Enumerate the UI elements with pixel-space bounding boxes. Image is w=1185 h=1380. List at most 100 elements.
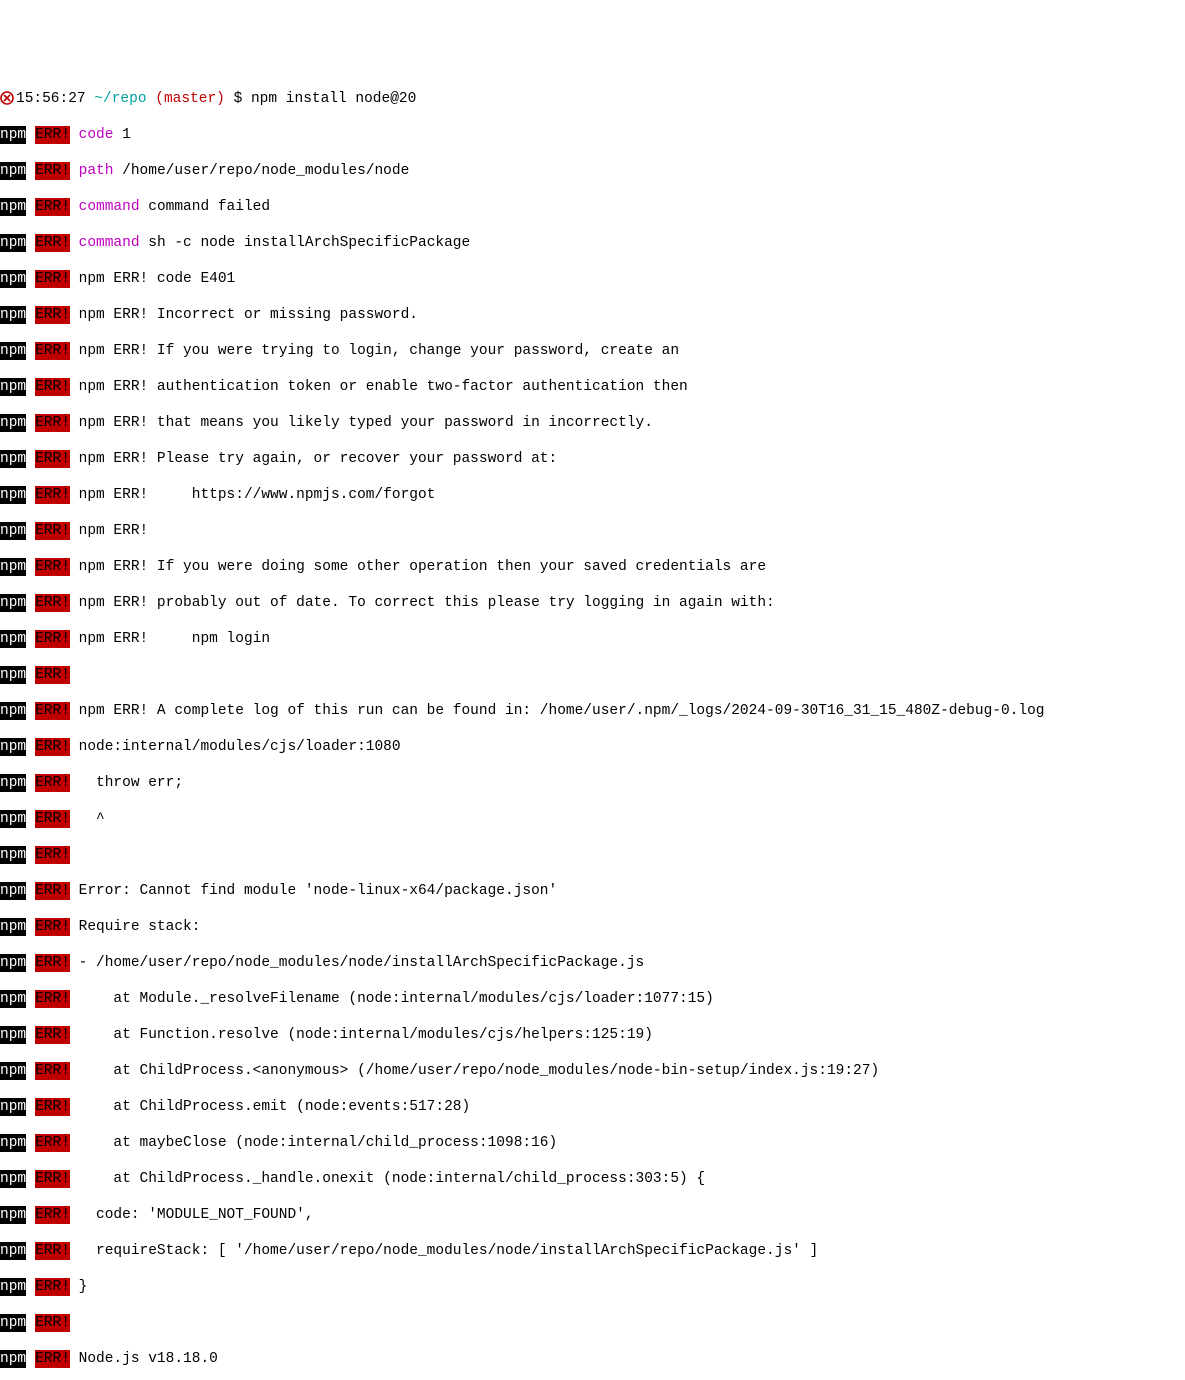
msg: npm ERR! https://www.npmjs.com/forgot (70, 487, 435, 503)
npm-prefix: npm (0, 630, 26, 648)
err-prefix: ERR! (35, 162, 70, 180)
err-prefix: ERR! (35, 666, 70, 684)
output-line: npmERR! npm ERR! authentication token or… (0, 378, 1185, 396)
output-line: npmERR! npm ERR! If you were trying to l… (0, 342, 1185, 360)
npm-prefix: npm (0, 1350, 26, 1368)
npm-prefix: npm (0, 1026, 26, 1044)
npm-prefix: npm (0, 486, 26, 504)
err-prefix: ERR! (35, 990, 70, 1008)
msg: at Module._resolveFilename (node:interna… (70, 991, 714, 1007)
output-line: npmERR! } (0, 1278, 1185, 1296)
msg: at ChildProcess.<anonymous> (/home/user/… (70, 1063, 879, 1079)
err-prefix: ERR! (35, 1206, 70, 1224)
msg: at maybeClose (node:internal/child_proce… (70, 1135, 557, 1151)
npm-prefix: npm (0, 378, 26, 396)
output-line: npmERR! npm ERR! that means you likely t… (0, 414, 1185, 432)
err-prefix: ERR! (35, 378, 70, 396)
msg: Error: Cannot find module 'node-linux-x6… (70, 883, 557, 899)
msg: code: 'MODULE_NOT_FOUND', (70, 1207, 314, 1223)
output-line: npm ERR! throw err; (0, 774, 1185, 792)
msg: /home/user/repo/node_modules/node (113, 163, 409, 179)
err-prefix: ERR! (35, 918, 70, 936)
output-line: npmERR! - /home/user/repo/node_modules/n… (0, 954, 1185, 972)
npm-prefix: npm (0, 666, 26, 684)
npm-prefix: npm (0, 1242, 26, 1260)
output-line: npm ERR! at maybeClose (node:internal/chi… (0, 1134, 1185, 1152)
err-prefix: ERR! (35, 234, 70, 252)
err-prefix: ERR! (35, 1242, 70, 1260)
err-prefix: ERR! (35, 1278, 70, 1296)
msg: npm ERR! A complete log of this run can … (70, 703, 1045, 719)
err-prefix: ERR! (35, 594, 70, 612)
msg: requireStack: [ '/home/user/repo/node_mo… (70, 1243, 818, 1259)
err-prefix: ERR! (35, 1314, 70, 1332)
output-line: npmERR! at Function.resolve (node:intern… (0, 1026, 1185, 1044)
npm-prefix: npm (0, 522, 26, 540)
npm-prefix: npm (0, 306, 26, 324)
prompt-time: 15:56:27 (16, 91, 86, 107)
npm-prefix: npm (0, 450, 26, 468)
npm-prefix: npm (0, 990, 26, 1008)
output-line: npmERR! command sh -c node installArchSp… (0, 234, 1185, 252)
msg: } (70, 1279, 87, 1295)
err-prefix: ERR! (35, 1170, 70, 1188)
npm-prefix: npm (0, 774, 26, 792)
output-line: npmERR! (0, 846, 1185, 864)
err-prefix: ERR! (35, 450, 70, 468)
npm-prefix: npm (0, 558, 26, 576)
keyword-command: command (79, 199, 140, 215)
command-text: npm install node@20 (251, 91, 416, 107)
output-line: npmERR! npm ERR! (0, 522, 1185, 540)
output-line: npmERR! npm ERR! A complete log of this … (0, 702, 1185, 720)
output-line: npmERR! at ChildProcess._handle.onexit (… (0, 1170, 1185, 1188)
npm-prefix: npm (0, 1314, 26, 1332)
msg: npm ERR! probably out of date. To correc… (70, 595, 775, 611)
err-prefix: ERR! (35, 126, 70, 144)
npm-prefix: npm (0, 1134, 26, 1152)
output-line: npmERR! Require stack: (0, 918, 1185, 936)
output-line: npmERR! at ChildProcess.emit (node:event… (0, 1098, 1185, 1116)
msg (70, 847, 79, 863)
npm-prefix: npm (0, 1098, 26, 1116)
msg: node:internal/modules/cjs/loader:1080 (70, 739, 401, 755)
msg: npm ERR! Please try again, or recover yo… (70, 451, 557, 467)
output-line: npmERR! at ChildProcess.<anonymous> (/ho… (0, 1062, 1185, 1080)
npm-prefix: npm (0, 198, 26, 216)
err-prefix: ERR! (35, 810, 70, 828)
err-prefix: ERR! (35, 558, 70, 576)
npm-prefix: npm (0, 126, 26, 144)
npm-prefix: npm (0, 1062, 26, 1080)
msg: throw err; (70, 775, 183, 791)
keyword-path: path (79, 163, 114, 179)
output-line: npm ERR! requireStack: [ '/home/user/repo… (0, 1242, 1185, 1260)
output-line: npmERR! Error: Cannot find module 'node-… (0, 882, 1185, 900)
err-prefix: ERR! (35, 774, 70, 792)
err-prefix: ERR! (35, 306, 70, 324)
output-line: npm ERR! npm ERR! If you were doing some … (0, 558, 1185, 576)
npm-prefix: npm (0, 342, 26, 360)
output-line: npmERR! npm ERR! npm login (0, 630, 1185, 648)
err-prefix: ERR! (35, 954, 70, 972)
output-line: npm ERR! at Module._resolveFilename (node… (0, 990, 1185, 1008)
msg: sh -c node installArchSpecificPackage (140, 235, 471, 251)
msg: npm ERR! If you were doing some other op… (70, 559, 766, 575)
msg (70, 667, 79, 683)
npm-prefix: npm (0, 234, 26, 252)
msg: 1 (113, 127, 130, 143)
npm-prefix: npm (0, 738, 26, 756)
msg: ^ (70, 811, 105, 827)
terminal-output[interactable]: 15:56:27 ~/repo (master) $ npm install n… (0, 72, 1185, 1380)
msg: command failed (140, 199, 271, 215)
output-line: npmERR! npm ERR! Incorrect or missing pa… (0, 306, 1185, 324)
prompt-branch: (master) (155, 91, 225, 107)
err-prefix: ERR! (35, 846, 70, 864)
prompt-dollar: $ (234, 91, 243, 107)
prompt-line: 15:56:27 ~/repo (master) $ npm install n… (0, 90, 1185, 108)
npm-prefix: npm (0, 1206, 26, 1224)
error-status-icon (0, 91, 14, 105)
npm-prefix: npm (0, 918, 26, 936)
err-prefix: ERR! (35, 1134, 70, 1152)
err-prefix: ERR! (35, 882, 70, 900)
err-prefix: ERR! (35, 522, 70, 540)
err-prefix: ERR! (35, 414, 70, 432)
